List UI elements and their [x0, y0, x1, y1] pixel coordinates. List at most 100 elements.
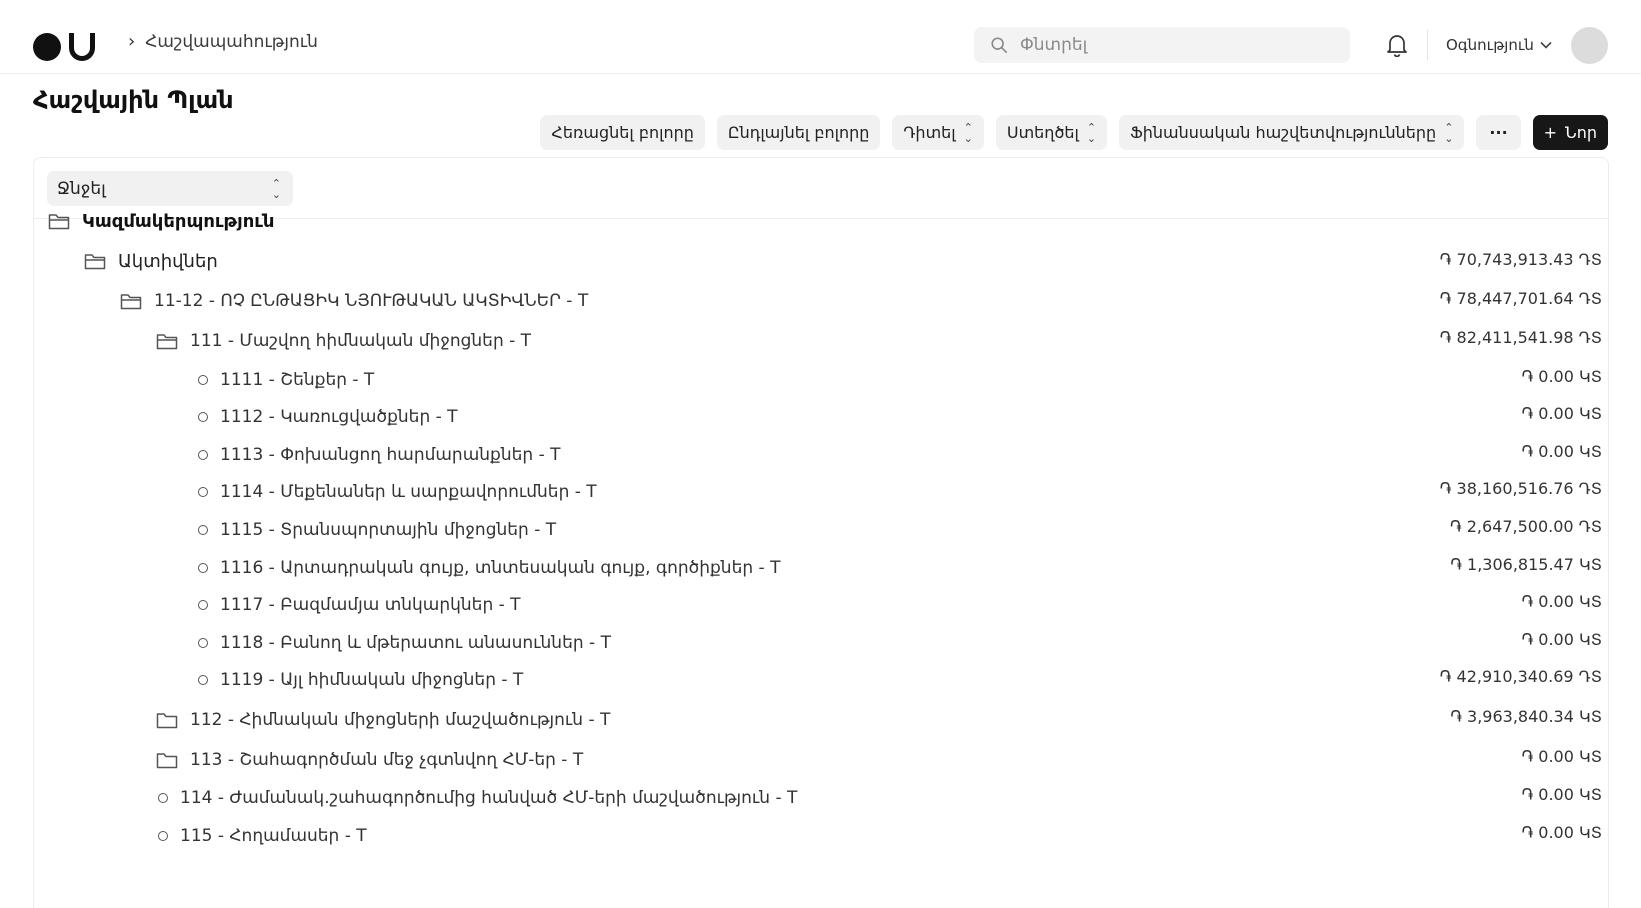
- account-name[interactable]: 113 - Շահագործման մեջ չգտնվող ՀՄ-եր - T: [190, 750, 583, 770]
- tree-row[interactable]: 114 - Ժամանակ.շահագործումից հանված ՀՄ-եր…: [34, 783, 1610, 813]
- search-input[interactable]: [1020, 35, 1340, 55]
- account-name[interactable]: 11-12 - ՈՉ ԸՆԹԱՑԻԿ ՆՅՈՒԹԱԿԱՆ ԱԿՏԻՎՆԵՐ - …: [154, 291, 588, 311]
- updown-chevron-icon: ⌃ ⌄: [963, 120, 973, 145]
- more-options-label: ···: [1489, 123, 1508, 142]
- breadcrumb-item-accounting[interactable]: Հաշվապահություն: [145, 32, 318, 52]
- group-by-select[interactable]: Ջնջել ⌃ ⌄: [47, 171, 293, 206]
- account-name[interactable]: 114 - Ժամանակ.շահագործումից հանված ՀՄ-եր…: [180, 788, 797, 808]
- tree-row[interactable]: 1119 - Այլ հիմնական միջոցներ - T ֏ 42,910…: [34, 665, 1610, 695]
- account-name[interactable]: 1116 - Արտադրական գույք, տնտեսական գույք…: [220, 558, 780, 578]
- folder-icon[interactable]: [156, 751, 178, 769]
- tree-row[interactable]: 1114 - Մեքենաներ և սարքավորումներ - T ֏ 3…: [34, 477, 1610, 507]
- tree-row[interactable]: 1111 - Շենքեր - T ֏ 0.00 ԿՏ: [34, 365, 1610, 395]
- page-title: Հաշվային Պլան: [33, 86, 234, 114]
- tree-row[interactable]: 1117 - Բազմամյա տնկարկներ - T ֏ 0.00 ԿՏ: [34, 590, 1610, 620]
- expand-all-button[interactable]: Ընդլայնել բոլորը: [716, 115, 881, 150]
- tree-row[interactable]: 113 - Շահագործման մեջ չգտնվող ՀՄ-եր - T ֏…: [34, 745, 1610, 775]
- folder-icon[interactable]: [156, 332, 178, 350]
- account-name[interactable]: Ակտիվներ: [118, 251, 218, 272]
- toolbar: Հեռացնել բոլորը Ընդլայնել բոլորը Դիտել ⌃ ⌄…: [540, 115, 1608, 150]
- more-options-button[interactable]: ···: [1476, 115, 1521, 150]
- tree-row-label-group: Ակտիվներ: [84, 251, 218, 272]
- tree-row[interactable]: 111 - Մաշվող հիմնական միջոցներ - T ֏ 82,4…: [34, 326, 1610, 356]
- account-name[interactable]: 1118 - Բանող և մթերատու անասուններ - T: [220, 633, 611, 653]
- tree-row-label-group: 111 - Մաշվող հիմնական միջոցներ - T: [156, 331, 531, 351]
- account-balance: ֏ 3,963,840.34 ԿՏ: [1450, 706, 1602, 726]
- nav-divider: [1427, 30, 1428, 60]
- tree-row-label-group: 112 - Հիմնական միջոցների մաշվածություն -…: [156, 710, 610, 730]
- new-label: Նոր: [1565, 123, 1597, 142]
- create-label: Ստեղծել: [1006, 123, 1079, 142]
- leaf-circle-icon: [198, 487, 208, 497]
- leaf-circle-icon: [198, 450, 208, 460]
- account-balance: ֏ 0.00 ԿՏ: [1521, 784, 1602, 804]
- account-balance: ֏ 0.00 ԿՏ: [1521, 441, 1602, 461]
- chevron-right-icon: ›: [128, 31, 136, 52]
- search-box[interactable]: [974, 27, 1350, 63]
- folder-icon[interactable]: [120, 292, 142, 310]
- financial-reports-label: Ֆինանսական հաշվետվությունները: [1130, 123, 1437, 142]
- help-label: Օգնություն: [1446, 36, 1534, 54]
- top-navbar: › Հաշվապահություն Օգնություն: [0, 0, 1641, 74]
- bell-icon[interactable]: [1386, 33, 1408, 57]
- account-balance: ֏ 78,447,701.64 ԴՏ: [1439, 288, 1602, 308]
- view-select[interactable]: Դիտել ⌃ ⌄: [892, 115, 984, 150]
- view-label: Դիտել: [903, 123, 956, 142]
- account-balance: ֏ 0.00 ԿՏ: [1521, 746, 1602, 766]
- expand-all-label: Ընդլայնել բոլորը: [727, 123, 870, 142]
- tree-row-label-group: 113 - Շահագործման մեջ չգտնվող ՀՄ-եր - T: [156, 750, 583, 770]
- account-balance: ֏ 0.00 ԿՏ: [1521, 591, 1602, 611]
- collapse-all-button[interactable]: Հեռացնել բոլորը: [540, 115, 705, 150]
- tree-row[interactable]: 115 - Հողամասեր - T ֏ 0.00 ԿՏ: [34, 821, 1610, 851]
- folder-icon[interactable]: [156, 711, 178, 729]
- tree-row[interactable]: 11-12 - ՈՉ ԸՆԹԱՑԻԿ ՆՅՈՒԹԱԿԱՆ ԱԿՏԻՎՆԵՐ - …: [34, 286, 1610, 316]
- app-logo[interactable]: [33, 33, 95, 61]
- account-name[interactable]: 1114 - Մեքենաներ և սարքավորումներ - T: [220, 482, 597, 502]
- tree-row-label-group: 1111 - Շենքեր - T: [198, 370, 374, 390]
- tree-row-label-group: 1118 - Բանող և մթերատու անասուններ - T: [198, 633, 611, 653]
- account-name[interactable]: 115 - Հողամասեր - T: [180, 826, 367, 846]
- tree-row-label-group: Կազմակերպություն: [48, 211, 274, 232]
- folder-icon[interactable]: [48, 212, 70, 230]
- tree-row[interactable]: 112 - Հիմնական միջոցների մաշվածություն -…: [34, 705, 1610, 735]
- tree-row[interactable]: 1115 - Տրանսպորտային միջոցներ - T ֏ 2,647…: [34, 515, 1610, 545]
- updown-chevron-icon: ⌃ ⌄: [1444, 120, 1454, 145]
- account-name[interactable]: Կազմակերպություն: [82, 211, 274, 232]
- leaf-circle-icon: [198, 675, 208, 685]
- account-balance: ֏ 38,160,516.76 ԴՏ: [1439, 478, 1602, 498]
- create-select[interactable]: Ստեղծել ⌃ ⌄: [995, 115, 1108, 150]
- account-balance: ֏ 70,743,913.43 ԴՏ: [1439, 249, 1602, 269]
- tree-row-label-group: 114 - Ժամանակ.շահագործումից հանված ՀՄ-եր…: [158, 788, 797, 808]
- financial-reports-select[interactable]: Ֆինանսական հաշվետվությունները ⌃ ⌄: [1119, 115, 1465, 150]
- account-name[interactable]: 112 - Հիմնական միջոցների մաշվածություն -…: [190, 710, 610, 730]
- tree-row-label-group: 115 - Հողամասեր - T: [158, 826, 367, 846]
- tree-row[interactable]: Ակտիվներ ֏ 70,743,913.43 ԴՏ: [34, 246, 1610, 276]
- account-name[interactable]: 1113 - Փոխանցող հարմարանքներ - T: [220, 445, 561, 465]
- account-name[interactable]: 1111 - Շենքեր - T: [220, 370, 374, 390]
- account-name[interactable]: 111 - Մաշվող հիմնական միջոցներ - T: [190, 331, 531, 351]
- avatar[interactable]: [1571, 27, 1608, 64]
- logo-dot-shape: [33, 33, 61, 61]
- leaf-circle-icon: [198, 375, 208, 385]
- tree-row[interactable]: 1112 - Կառուցվածքներ - T ֏ 0.00 ԿՏ: [34, 402, 1610, 432]
- tree-row[interactable]: 1116 - Արտադրական գույք, տնտեսական գույք…: [34, 553, 1610, 583]
- new-account-button[interactable]: + Նոր: [1532, 115, 1608, 150]
- tree-row-label-group: 1115 - Տրանսպորտային միջոցներ - T: [198, 520, 556, 540]
- account-name[interactable]: 1117 - Բազմամյա տնկարկներ - T: [220, 595, 521, 615]
- tree-row[interactable]: 1118 - Բանող և մթերատու անասուններ - T ֏ …: [34, 628, 1610, 658]
- chart-of-accounts-panel: Ջնջել ⌃ ⌄ Կազմակերպություն Ակտիվներ ֏ 70,74…: [33, 157, 1609, 908]
- leaf-circle-icon: [198, 638, 208, 648]
- tree-row-label-group: 1114 - Մեքենաներ և սարքավորումներ - T: [198, 482, 597, 502]
- tree-row[interactable]: 1113 - Փոխանցող հարմարանքներ - T ֏ 0.00 Կ…: [34, 440, 1610, 470]
- account-balance: ֏ 0.00 ԿՏ: [1521, 629, 1602, 649]
- logo-u-shape: [69, 33, 95, 61]
- help-menu[interactable]: Օգնություն: [1446, 36, 1552, 54]
- account-name[interactable]: 1119 - Այլ հիմնական միջոցներ - T: [220, 670, 523, 690]
- folder-icon[interactable]: [84, 252, 106, 270]
- tree-row[interactable]: Կազմակերպություն: [34, 206, 1610, 236]
- account-balance: ֏ 82,411,541.98 ԴՏ: [1439, 327, 1602, 347]
- account-name[interactable]: 1115 - Տրանսպորտային միջոցներ - T: [220, 520, 556, 540]
- leaf-circle-icon: [198, 412, 208, 422]
- account-name[interactable]: 1112 - Կառուցվածքներ - T: [220, 407, 458, 427]
- account-balance: ֏ 42,910,340.69 ԴՏ: [1439, 666, 1602, 686]
